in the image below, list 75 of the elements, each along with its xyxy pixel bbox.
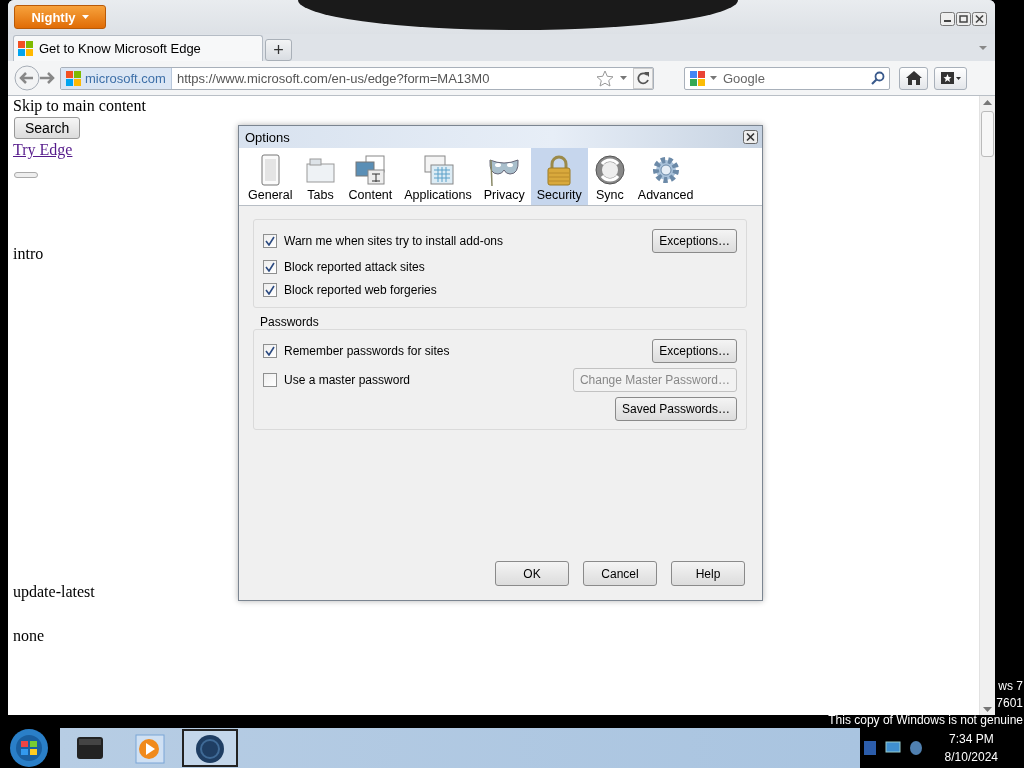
dialog-button[interactable]: Saved Passwords… — [614, 396, 737, 421]
pane-tab[interactable]: Privacy — [477, 148, 531, 205]
cancel-button[interactable]: Cancel — [583, 561, 657, 586]
minimize-icon[interactable] — [940, 12, 955, 26]
dialog-button[interactable]: Exceptions… — [652, 338, 737, 363]
checkbox[interactable] — [263, 259, 277, 274]
caret-icon — [710, 76, 717, 80]
close-icon[interactable] — [743, 130, 758, 144]
home-button[interactable] — [899, 66, 928, 90]
caret-icon[interactable] — [620, 76, 627, 80]
pane-tab[interactable]: Security — [530, 148, 588, 205]
arrow-up-icon — [983, 100, 992, 105]
checkbox[interactable] — [263, 282, 277, 297]
dialog-title: Options — [245, 129, 291, 145]
check-icon — [265, 235, 275, 246]
checkbox[interactable] — [263, 372, 277, 387]
checkbox-label[interactable]: Warn me when sites try to install add-ons — [284, 233, 653, 248]
checkbox-label[interactable]: Remember passwords for sites — [284, 343, 653, 358]
try-edge-link[interactable]: Try Edge — [13, 140, 73, 160]
slider-control[interactable] — [14, 172, 38, 178]
checkbox-label[interactable]: Use a master password — [284, 372, 573, 387]
address-bar[interactable]: microsoft.com https://www.microsoft.com/en-us/edge?form=MA13M0 — [60, 66, 654, 90]
pane-tab[interactable]: Applications — [398, 148, 478, 205]
ok-button[interactable]: OK — [495, 561, 569, 586]
dialog-button[interactable]: Exceptions… — [652, 228, 737, 253]
search-button[interactable]: Search — [14, 117, 81, 139]
page-text: update-latest — [13, 582, 95, 602]
browser-tab[interactable]: Get to Know Microsoft Edge — [13, 35, 263, 61]
site-identity-button[interactable]: microsoft.com — [61, 67, 172, 89]
arrow-down-icon — [983, 707, 992, 712]
monitor-icon[interactable] — [884, 741, 901, 755]
pane-tab[interactable]: Sync — [587, 148, 632, 205]
calendar-icon — [421, 154, 454, 186]
sync-icon — [593, 154, 626, 186]
reload-icon[interactable] — [633, 67, 653, 89]
logo-icon — [66, 70, 81, 86]
page-text: Skip to main content — [13, 96, 146, 116]
search-bar[interactable]: Google — [684, 66, 890, 90]
clock[interactable]: 7:34 PM 8/10/2024 — [944, 730, 998, 766]
desktop-notice-text: 7601 — [996, 695, 1023, 712]
checkbox[interactable] — [263, 343, 277, 358]
start-icon[interactable] — [8, 728, 50, 768]
check-icon — [265, 345, 275, 356]
caret-icon — [81, 15, 89, 19]
check-icon — [265, 261, 275, 272]
group-caption: Passwords — [260, 315, 320, 329]
new-tab-button[interactable]: + — [265, 39, 292, 61]
checkbox-label[interactable]: Block reported attack sites — [284, 259, 737, 274]
star-icon[interactable] — [596, 69, 614, 87]
scrollbar[interactable] — [979, 96, 995, 715]
pane-tab[interactable]: Tabs — [298, 148, 343, 205]
help-button[interactable]: Help — [671, 561, 745, 586]
maximize-icon[interactable] — [956, 12, 971, 26]
logo-icon — [18, 41, 33, 56]
bookmark-star-icon — [939, 71, 962, 85]
checkbox[interactable] — [263, 233, 277, 248]
taskbar-button[interactable] — [182, 729, 238, 767]
page-text: intro — [13, 244, 44, 264]
search-icon — [871, 71, 885, 85]
desktop-notice-text: This copy of Windows is not genuine — [828, 712, 1023, 729]
close-icon[interactable] — [972, 12, 987, 26]
url-text: https://www.microsoft.com/en-us/edge?form=MA13M0 — [175, 70, 491, 86]
caret-icon[interactable] — [979, 45, 987, 50]
bookmarks-button[interactable] — [934, 66, 967, 90]
home-icon — [905, 71, 922, 85]
page-text: none — [13, 626, 45, 646]
checkbox-label[interactable]: Block reported web forgeries — [284, 282, 737, 297]
desktop-notice-text: ws 7 — [998, 678, 1023, 695]
scrollbar-thumb[interactable] — [981, 111, 994, 157]
pane-tab[interactable]: Content — [342, 148, 399, 205]
pictures-icon — [354, 154, 387, 186]
search-engine-icon — [689, 69, 706, 87]
check-icon — [265, 284, 275, 295]
pane-tab[interactable]: General — [242, 148, 299, 205]
pane-tab[interactable]: Advanced — [631, 148, 700, 205]
